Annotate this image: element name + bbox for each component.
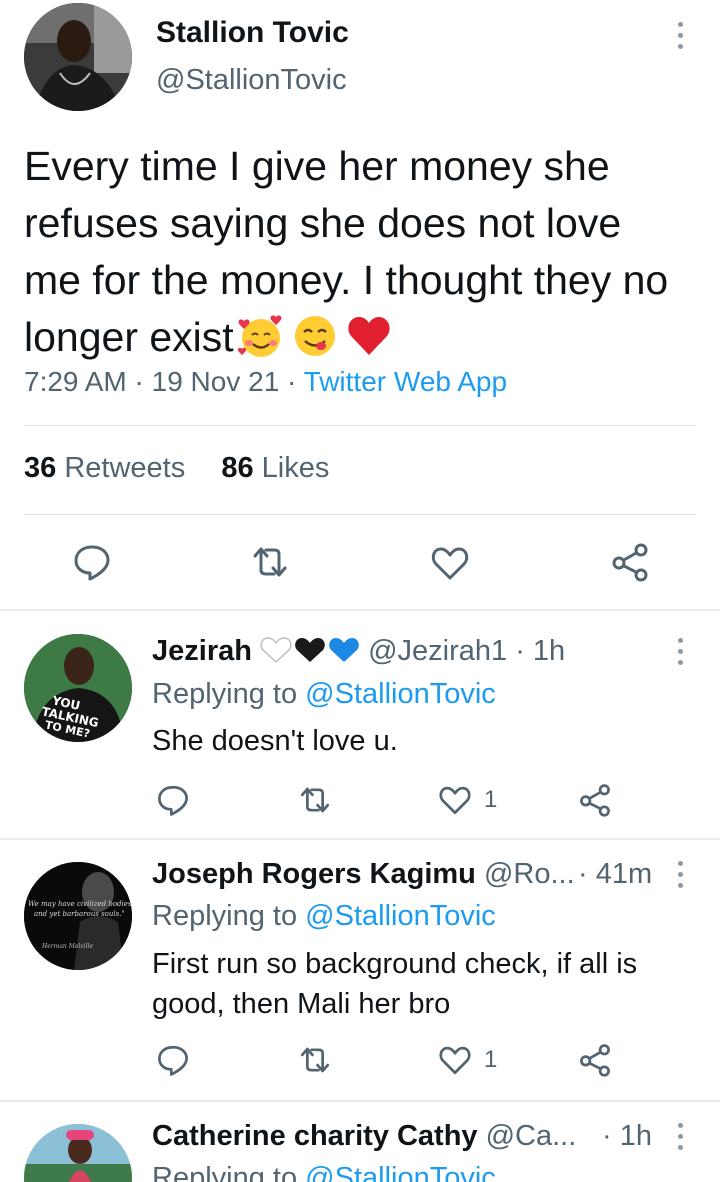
- replying-prefix: Replying to: [152, 900, 298, 932]
- like-icon[interactable]: [438, 783, 472, 817]
- replying-to: Replying to @StallionTovic: [152, 1162, 496, 1182]
- author-avatar-image: [24, 3, 132, 111]
- tweet-time[interactable]: 7:29 AM: [24, 366, 127, 397]
- smiling-face-with-hearts-emoji: [237, 315, 282, 357]
- reply-time[interactable]: · 41m: [578, 858, 652, 890]
- meta-separator: ·: [287, 366, 297, 397]
- reply-header: Catherine charity Cathy @Ca...: [152, 1120, 576, 1153]
- reply-text: First run so background check, if all is…: [152, 948, 638, 1020]
- more-options-icon[interactable]: [676, 1123, 684, 1150]
- reply-avatar-image: [24, 1124, 132, 1182]
- reply-time-wrap: · 41m: [578, 858, 652, 891]
- more-options-icon[interactable]: [676, 861, 684, 888]
- reply-header: Joseph Rogers Kagimu @Ro...: [152, 858, 575, 891]
- author-name[interactable]: Stallion Tovic: [156, 16, 349, 50]
- reply-avatar-image: We may have civilized bodies and yet bar…: [24, 862, 132, 970]
- author-avatar[interactable]: [24, 3, 132, 111]
- more-options-icon[interactable]: [676, 638, 684, 665]
- mention-link[interactable]: @StallionTovic: [305, 900, 496, 932]
- reply-icon[interactable]: [156, 783, 190, 817]
- share-icon[interactable]: [610, 542, 650, 582]
- share-icon[interactable]: [578, 1043, 612, 1077]
- divider: [0, 1100, 720, 1102]
- name-heart-emojis: [260, 637, 359, 664]
- tweet-meta: 7:29 AM · 19 Nov 21 · Twitter Web App: [24, 366, 507, 398]
- reply-avatar[interactable]: YOU TALKING TO ME?: [24, 634, 132, 742]
- divider: [0, 609, 720, 611]
- tweet-date[interactable]: 19 Nov 21: [152, 366, 280, 397]
- mention-link[interactable]: @StallionTovic: [305, 1162, 496, 1182]
- reply-time-wrap: · 1h: [602, 1120, 652, 1153]
- tweet-emojis: [237, 313, 392, 359]
- avatar-quote-author: Herman Melville: [41, 943, 93, 950]
- reply-icon[interactable]: [156, 1043, 190, 1077]
- tweet-stats: 36 Retweets 86 Likes: [24, 452, 329, 485]
- retweet-icon[interactable]: [250, 542, 290, 582]
- avatar-quote-line: and yet barbarous souls.": [34, 910, 125, 918]
- replying-prefix: Replying to: [152, 1162, 298, 1182]
- black-heart-emoji: [295, 638, 325, 662]
- replying-to: Replying to @StallionTovic: [152, 900, 496, 933]
- reply-avatar[interactable]: We may have civilized bodies and yet bar…: [24, 862, 132, 970]
- reply-author-handle[interactable]: @Ro...: [484, 858, 575, 890]
- share-icon[interactable]: [578, 783, 612, 817]
- more-options-icon[interactable]: [676, 22, 684, 49]
- reply-author-name[interactable]: Jezirah: [152, 635, 252, 667]
- red-heart-emoji: [348, 317, 390, 355]
- reply-author-name[interactable]: Joseph Rogers Kagimu: [152, 858, 476, 890]
- replying-to: Replying to @StallionTovic: [152, 678, 496, 711]
- like-count: 1: [484, 786, 498, 813]
- retweet-icon[interactable]: [298, 1043, 332, 1077]
- meta-separator: ·: [134, 366, 144, 397]
- divider: [0, 838, 720, 840]
- reply-time[interactable]: · 1h: [515, 635, 565, 667]
- like-count: 1: [484, 1046, 498, 1073]
- reply-icon[interactable]: [72, 542, 112, 582]
- divider: [24, 425, 696, 426]
- reply-avatar-image: YOU TALKING TO ME?: [24, 634, 132, 742]
- avatar-quote-line: We may have civilized bodies: [28, 900, 132, 908]
- reply-author-handle[interactable]: @Jezirah1: [368, 635, 507, 667]
- reply-time[interactable]: · 1h: [602, 1120, 652, 1152]
- reply-avatar[interactable]: [24, 1124, 132, 1182]
- retweets-stat[interactable]: 36 Retweets: [24, 452, 185, 484]
- divider: [24, 514, 696, 515]
- likes-stat[interactable]: 86 Likes: [221, 452, 329, 484]
- like-icon[interactable]: [438, 1043, 472, 1077]
- mention-link[interactable]: @StallionTovic: [305, 678, 496, 710]
- tweet-source[interactable]: Twitter Web App: [304, 366, 507, 397]
- author-handle[interactable]: @StallionTovic: [156, 64, 347, 97]
- tweet-text: Every time I give her money she refuses …: [24, 138, 684, 366]
- reply-text: She doesn't love u.: [152, 725, 398, 757]
- face-savoring-food-emoji: [294, 316, 335, 356]
- reply-author-handle[interactable]: @Ca...: [486, 1120, 577, 1152]
- replying-prefix: Replying to: [152, 678, 298, 710]
- like-icon[interactable]: [430, 543, 470, 583]
- blue-heart-emoji: [329, 638, 359, 662]
- retweet-icon[interactable]: [298, 783, 332, 817]
- reply-header: Jezirah @Jezirah1 · 1h: [152, 635, 565, 668]
- white-heart-emoji: [260, 637, 292, 664]
- reply-author-name[interactable]: Catherine charity Cathy: [152, 1120, 478, 1152]
